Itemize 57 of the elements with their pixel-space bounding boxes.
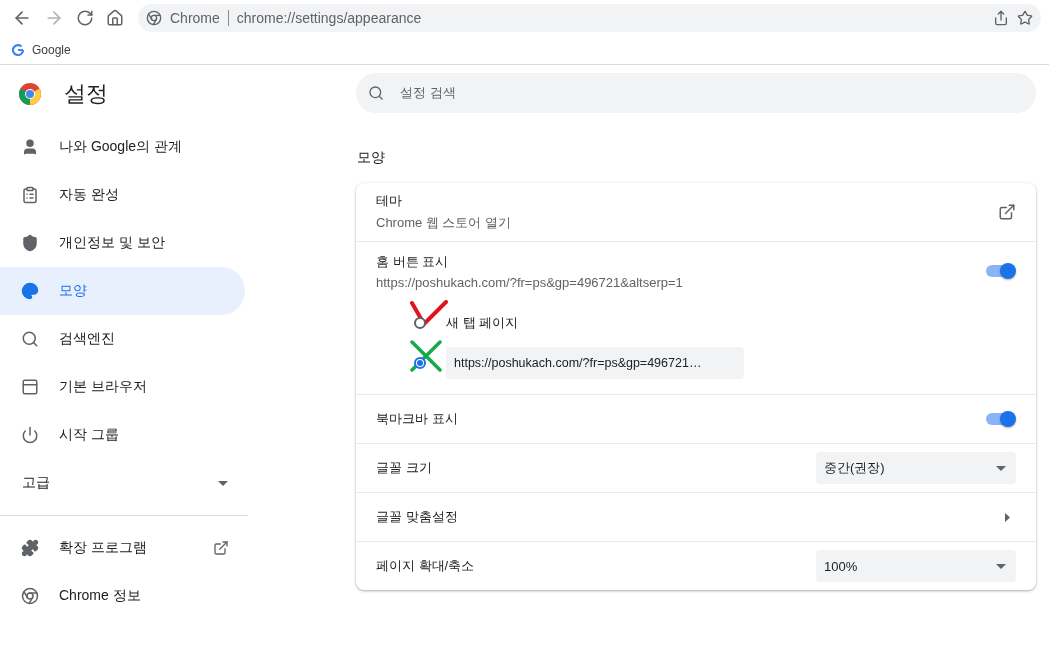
sidebar-item[interactable]: 나와 Google의 관계 [0, 123, 245, 171]
setting-label: 글꼴 맞춤설정 [376, 508, 459, 526]
dropdown-select[interactable]: 중간(권장) [816, 452, 1016, 484]
sidebar-item[interactable]: 자동 완성 [0, 171, 245, 219]
sidebar-item[interactable]: 개인정보 및 보안 [0, 219, 245, 267]
chrome-logo-icon [146, 10, 162, 26]
sidebar-item[interactable]: 시작 그룹 [0, 411, 245, 459]
shield-icon [21, 234, 39, 252]
address-bar[interactable]: Chrome chrome://settings/appearance [138, 4, 1041, 32]
browser-icon [21, 378, 39, 396]
sidebar-item[interactable]: 기본 브라우저 [0, 363, 245, 411]
star-icon[interactable] [1017, 10, 1033, 26]
home-icon [106, 9, 124, 27]
advanced-section-toggle[interactable]: 고급 [0, 459, 248, 507]
sidebar-item[interactable]: 검색엔진 [0, 315, 245, 363]
chevron-right-icon [1005, 512, 1010, 522]
site-label: Chrome [170, 10, 229, 26]
chrome-logo-icon [21, 587, 39, 605]
reload-icon [76, 9, 94, 27]
power-icon [21, 426, 39, 444]
dropdown-select[interactable]: 100% [816, 550, 1016, 582]
setting-label: 홈 버튼 표시 [376, 252, 450, 271]
bookmark-link[interactable]: Google [12, 43, 71, 57]
setting-description: Chrome 웹 스토어 열기 [376, 214, 513, 232]
sidebar-item[interactable]: Chrome 정보 [0, 572, 245, 620]
url-text: chrome://settings/appearance [236, 10, 422, 26]
external-link-icon[interactable] [998, 203, 1016, 221]
share-icon[interactable] [993, 10, 1009, 26]
search-icon [368, 85, 384, 101]
setting-description: https://poshukach.com/?fr=ps&gp=496721&altserp=1 [376, 274, 684, 290]
toggle-switch[interactable] [986, 261, 1016, 281]
sidebar-item[interactable]: 확장 프로그램 [0, 524, 245, 572]
search-icon [21, 330, 39, 348]
setting-label: 글꼴 크기 [376, 459, 433, 477]
chrome-logo-icon [18, 82, 42, 106]
dropdown-caret-icon [996, 563, 1006, 569]
radio-button[interactable] [414, 317, 426, 329]
setting-label: 테마 [376, 192, 403, 210]
palette-icon [21, 282, 39, 300]
setting-label: 북마크바 표시 [376, 410, 459, 428]
puzzle-icon [21, 539, 39, 557]
setting-label: 페이지 확대/축소 [376, 557, 476, 575]
dropdown-caret-icon [218, 480, 228, 486]
external-link-icon [213, 540, 229, 556]
section-title: 모양 [357, 149, 386, 167]
google-logo-icon [12, 44, 24, 56]
cross-mark-drawing [410, 340, 442, 372]
search-field[interactable]: 설정 검색 [356, 73, 1036, 113]
radio-button[interactable] [414, 357, 426, 369]
person-icon [21, 138, 39, 156]
clipboard-icon [21, 186, 39, 204]
url-input-field[interactable]: https://poshukach.com/?fr=ps&gp=496721… [446, 347, 744, 379]
settings-title: 설정 [64, 80, 108, 108]
dropdown-caret-icon [996, 465, 1006, 471]
sidebar-item[interactable]: 모양 [0, 267, 245, 315]
toggle-switch[interactable] [986, 409, 1016, 429]
radio-label: 새 탭 페이지 [446, 314, 519, 332]
